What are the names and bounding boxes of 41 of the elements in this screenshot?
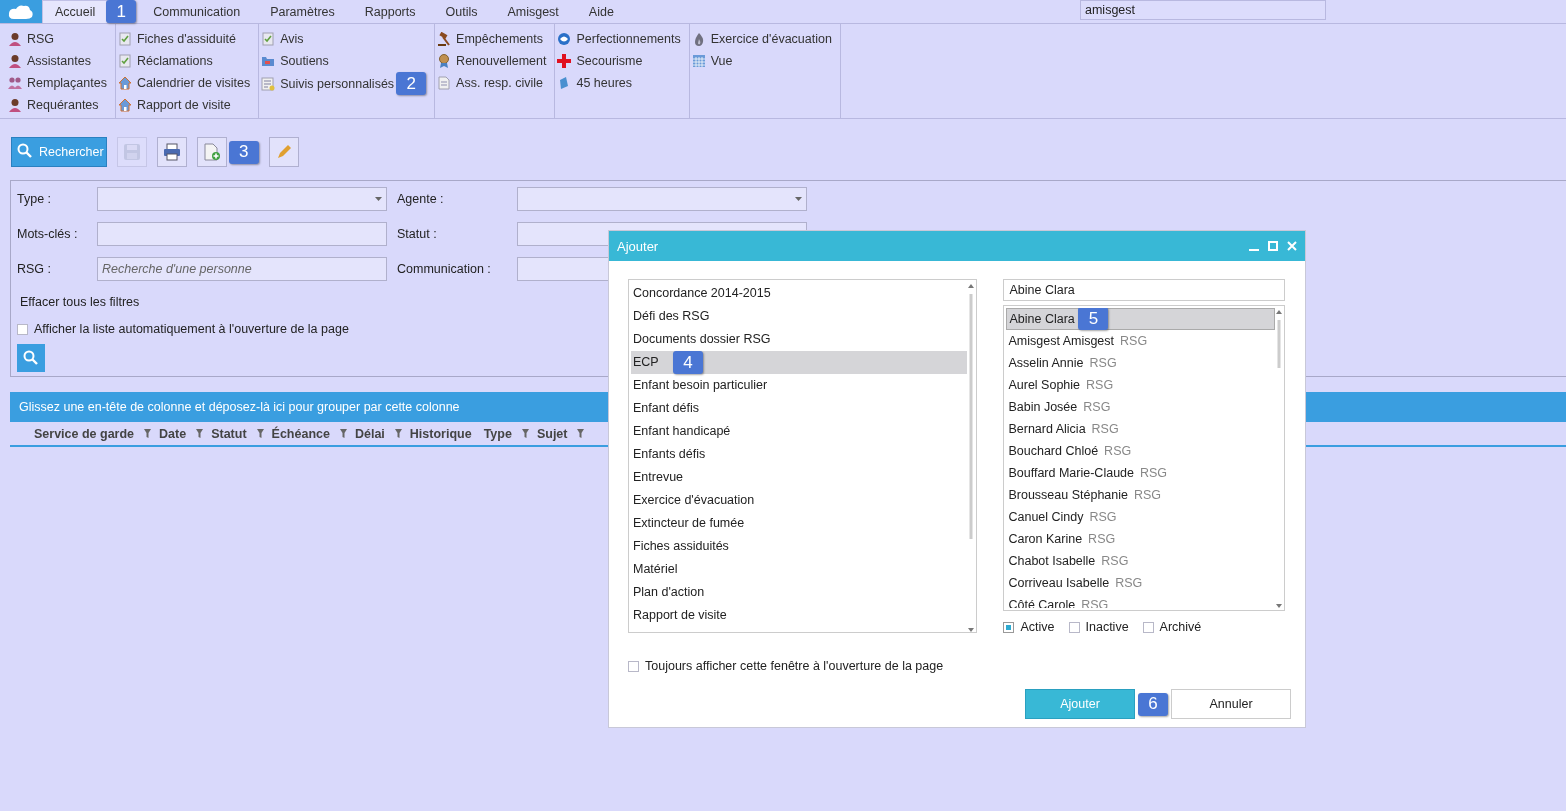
callout-badge: 3	[228, 140, 259, 164]
role-tag: RSG	[1089, 352, 1117, 374]
field-label: Communication :	[396, 262, 492, 276]
role-tag: RSG	[1101, 550, 1129, 572]
callout-badge: 4	[673, 351, 703, 374]
role-tag: RSG	[1134, 484, 1162, 506]
callout-badge: 2	[396, 72, 427, 95]
person-name: Babin Josée	[1008, 399, 1078, 416]
role-tag: RSG	[1115, 572, 1143, 594]
person-name: Caron Karine	[1008, 531, 1083, 548]
callout-badge: 5	[1078, 308, 1109, 330]
person-name: Brousseau Stéphanie	[1008, 487, 1128, 504]
person-name: Bouchard Chloé	[1008, 443, 1099, 460]
person-name: Corriveau Isabelle	[1008, 575, 1110, 592]
role-tag: RSG	[1089, 506, 1117, 528]
role-tag: RSG	[1083, 396, 1111, 418]
callout-badge: 6	[1138, 692, 1168, 716]
checkbox-label: Toujours afficher cette fenêtre à l'ouverture de la page	[645, 659, 944, 673]
field-label: Agente :	[396, 192, 445, 206]
callout-badge: 1	[106, 0, 137, 23]
checkbox-label: Afficher la liste automatiquement à l'ouverture de la page	[34, 322, 349, 336]
person-name: Chabot Isabelle	[1008, 553, 1096, 570]
role-tag: RSG	[1104, 440, 1132, 462]
field-label: Type :	[17, 192, 53, 206]
person-name: Abine Clara	[1009, 311, 1075, 328]
role-tag: RSG	[1088, 528, 1116, 550]
field-label: RSG :	[17, 262, 53, 276]
field-label: Statut :	[396, 227, 438, 241]
person-name: Amisgest Amisgest	[1008, 333, 1115, 350]
person-name: Bouffard Marie-Claude	[1008, 465, 1134, 482]
person-name: Canuel Cindy	[1008, 509, 1084, 526]
role-tag: RSG	[1140, 462, 1168, 484]
checkbox-label: Active	[1020, 620, 1055, 634]
checkbox-label: Archivé	[1159, 620, 1202, 634]
person-name: Bernard Alicia	[1008, 421, 1086, 438]
person-name: Asselin Annie	[1008, 355, 1084, 372]
checkbox-label: Inactive	[1085, 620, 1129, 634]
person-name: Aurel Sophie	[1008, 377, 1081, 394]
dialog-title: Ajouter	[617, 238, 659, 254]
role-tag: RSG	[1120, 330, 1148, 352]
field-label: Mots-clés :	[17, 227, 79, 241]
